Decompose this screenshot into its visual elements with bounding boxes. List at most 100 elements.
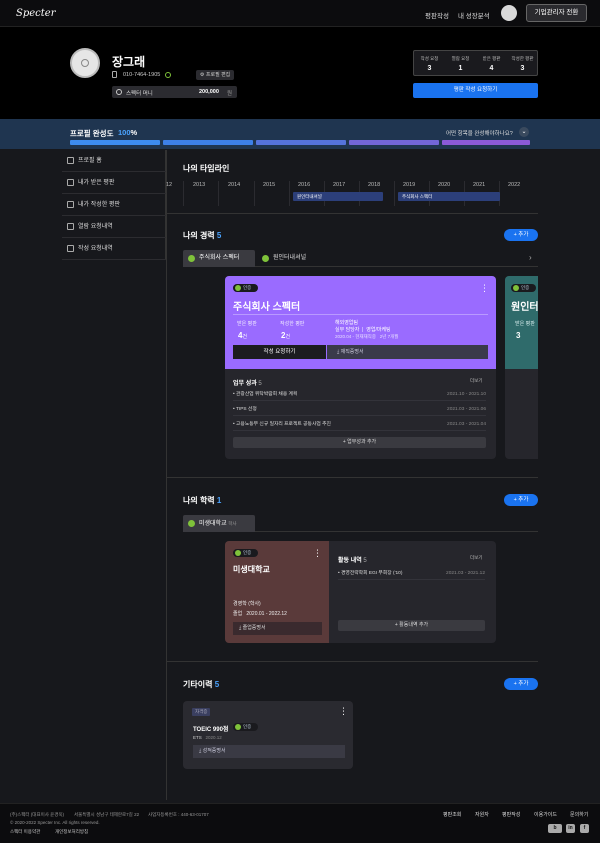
check-icon <box>188 520 195 527</box>
timeline-year: 2020 <box>438 182 451 188</box>
completion-progress <box>70 140 530 145</box>
completion-question[interactable]: 어떤 항목을 완성해야하나요? <box>446 129 513 137</box>
list-item[interactable]: • 관광산업 위탁박람회 채용 계획 2021.10 - 2021.10 <box>233 389 486 401</box>
sidebar-item-home[interactable]: 프로필 홈 <box>62 150 166 172</box>
footer-copyright: © 2020-2022 Specter Inc. All rights rese… <box>10 820 100 825</box>
home-icon <box>67 157 74 164</box>
footer-link[interactable]: 문의하기 <box>570 811 588 818</box>
timeline-bar-specter[interactable]: 주식회사 스펙터 <box>398 192 500 201</box>
write-request-button[interactable]: 작성 요청하기 <box>233 345 326 359</box>
add-performance-button[interactable]: + 업무성과 추가 <box>233 437 486 448</box>
career-card-peek[interactable]: 인증 원인터 받은 평판 3 <box>505 276 538 459</box>
progress-segment <box>349 140 439 145</box>
coin-value: 200,000 <box>199 89 219 95</box>
education-title: 나의 학력 1 <box>183 495 221 506</box>
add-career-button[interactable]: + 추가 <box>504 229 538 241</box>
check-icon <box>235 724 241 730</box>
add-other-button[interactable]: + 추가 <box>504 678 538 690</box>
footer-link[interactable]: 평판작성 <box>502 811 520 818</box>
performance-more-link[interactable]: 더보기 <box>470 378 482 384</box>
footer-terms-link[interactable]: 스펙터 이용약관 <box>10 829 40 835</box>
progress-segment <box>256 140 346 145</box>
footer-link[interactable]: 평판조회 <box>443 811 461 818</box>
graduation-proof-button[interactable]: ⤓ 졸업증명서 <box>233 622 322 635</box>
timeline-bar-wonintl[interactable]: 원인터내셔널 <box>293 192 383 201</box>
act-title-text: 활동 내역 <box>338 558 362 564</box>
sidebar-item-received[interactable]: 내가 받은 평판 <box>62 172 166 194</box>
stat-received[interactable]: 받은 평판 4 <box>476 51 507 77</box>
perf-item-date: 2021.10 - 2021.10 <box>447 392 486 397</box>
stat-view-request[interactable]: 열람 요청 1 <box>445 51 476 77</box>
verified-badge: 인증 <box>233 284 258 292</box>
stat-written[interactable]: 작성한 평판 3 <box>507 51 538 77</box>
tab-school[interactable]: 미생대학교 학사 <box>183 515 255 532</box>
edit-profile-label: 프로필 편집 <box>205 72 231 78</box>
perf-item-date: 2021.03 - 2021.04 <box>447 422 486 427</box>
check-icon <box>188 255 195 262</box>
list-item[interactable]: • 경영전략학회 EGI 부회장 ('10) 2021.03 - 2021.12 <box>338 568 485 580</box>
timeline-title: 나의 타임라인 <box>183 164 230 173</box>
edit-profile-button[interactable]: ⚙ 프로필 편집 <box>196 70 235 80</box>
footer-link[interactable]: 이용가이드 <box>534 811 557 818</box>
sidebar-item-write-requests[interactable]: 작성 요청내역 <box>62 238 166 260</box>
top-nav: Specter 평판작성 내 성장분석 기업관리자 전환 <box>0 0 600 27</box>
completion-percent: 100% <box>118 128 137 137</box>
education-card: 인증 ⋮ 미생대학교 경영학 (학사) 졸업 2020.01 - 2022.12… <box>225 541 496 643</box>
verified-badge: 인증 <box>233 549 258 557</box>
progress-segment <box>70 140 160 145</box>
stat-label: 작성 요청 <box>420 56 439 61</box>
logo[interactable]: Specter <box>16 8 56 19</box>
timeline-tick <box>183 181 184 206</box>
footer-link[interactable]: 자원자 <box>475 811 489 818</box>
coin-label: 스펙터 머니 <box>126 91 153 97</box>
check-icon <box>262 255 269 262</box>
employment-proof-button[interactable]: ⤓ 재직증명서 <box>327 345 488 359</box>
inbox-icon <box>67 223 74 230</box>
chevron-down-icon[interactable]: ⌄ <box>519 127 529 137</box>
linkedin-icon[interactable]: in <box>566 824 575 833</box>
completion-unit: % <box>130 128 138 137</box>
activity-more-link[interactable]: 더보기 <box>470 555 482 561</box>
tab-wonintl[interactable]: 원인터내셔널 <box>257 250 327 267</box>
more-options-icon[interactable]: ⋮ <box>480 283 489 294</box>
facebook-icon[interactable]: f <box>580 824 589 833</box>
footer-biz-number: 사업자등록번호 : 440-63-01707 <box>148 812 209 817</box>
profile-name: 장그래 <box>112 55 146 69</box>
sidebar-item-label: 내가 작성한 평판 <box>78 202 120 208</box>
user-avatar[interactable] <box>501 5 517 21</box>
profile-phone: 010-7464-1905 <box>123 72 161 78</box>
perf-title-text: 업무 성과 <box>233 381 257 387</box>
verified-badge: 인증 <box>233 723 258 731</box>
tab-specter[interactable]: 주식회사 스펙터 <box>183 250 255 267</box>
blog-icon[interactable]: b <box>548 824 562 833</box>
badge-label: 인증 <box>243 285 252 290</box>
timeline-year: 2021 <box>473 182 486 188</box>
sidebar-item-view-requests[interactable]: 열람 요청내역 <box>62 216 166 238</box>
switch-admin-button[interactable]: 기업관리자 전환 <box>526 4 587 22</box>
list-item[interactable]: • TIPS 선정 2021.03 - 2021.06 <box>233 404 486 416</box>
more-options-icon[interactable]: ⋮ <box>339 706 348 717</box>
career-card: 인증 ⋮ 주식회사 스펙터 받은 평판 4건 작성한 평판 2건 해외영업팀 실… <box>225 276 496 459</box>
badge-label: 인증 <box>243 550 252 555</box>
nav-link-growth[interactable]: 내 성장분석 <box>458 10 490 20</box>
stat-value: 3 <box>520 65 525 72</box>
more-options-icon[interactable]: ⋮ <box>313 548 322 559</box>
stat-write-request[interactable]: 작성 요청 3 <box>414 51 445 77</box>
list-item[interactable]: • 고용노동부 신규 일자리 프로젝트 공동사업 추진 2021.03 - 202… <box>233 419 486 431</box>
sidebar-item-label: 열람 요청내역 <box>78 224 113 230</box>
add-activity-button[interactable]: + 활동내역 추가 <box>338 620 485 631</box>
sidebar-item-written[interactable]: 내가 작성한 평판 <box>62 194 166 216</box>
proof-label: 성적증명서 <box>202 748 226 754</box>
act-count: 5 <box>363 558 367 564</box>
footer-privacy-link[interactable]: 개인정보처리방침 <box>55 829 88 835</box>
timeline-year: 2018 <box>368 182 381 188</box>
request-reputation-button[interactable]: 평판 작성 요청하기 <box>413 83 538 98</box>
other-tag: 자격증 <box>192 708 211 716</box>
section-divider <box>166 661 538 662</box>
nav-link-write[interactable]: 평판작성 <box>425 10 449 20</box>
pencil-icon <box>67 201 74 208</box>
timeline-year: 2019 <box>403 182 416 188</box>
score-proof-button[interactable]: ⤓ 성적증명서 <box>193 745 345 758</box>
add-education-button[interactable]: + 추가 <box>504 494 538 506</box>
chevron-right-icon[interactable]: › <box>529 253 532 262</box>
